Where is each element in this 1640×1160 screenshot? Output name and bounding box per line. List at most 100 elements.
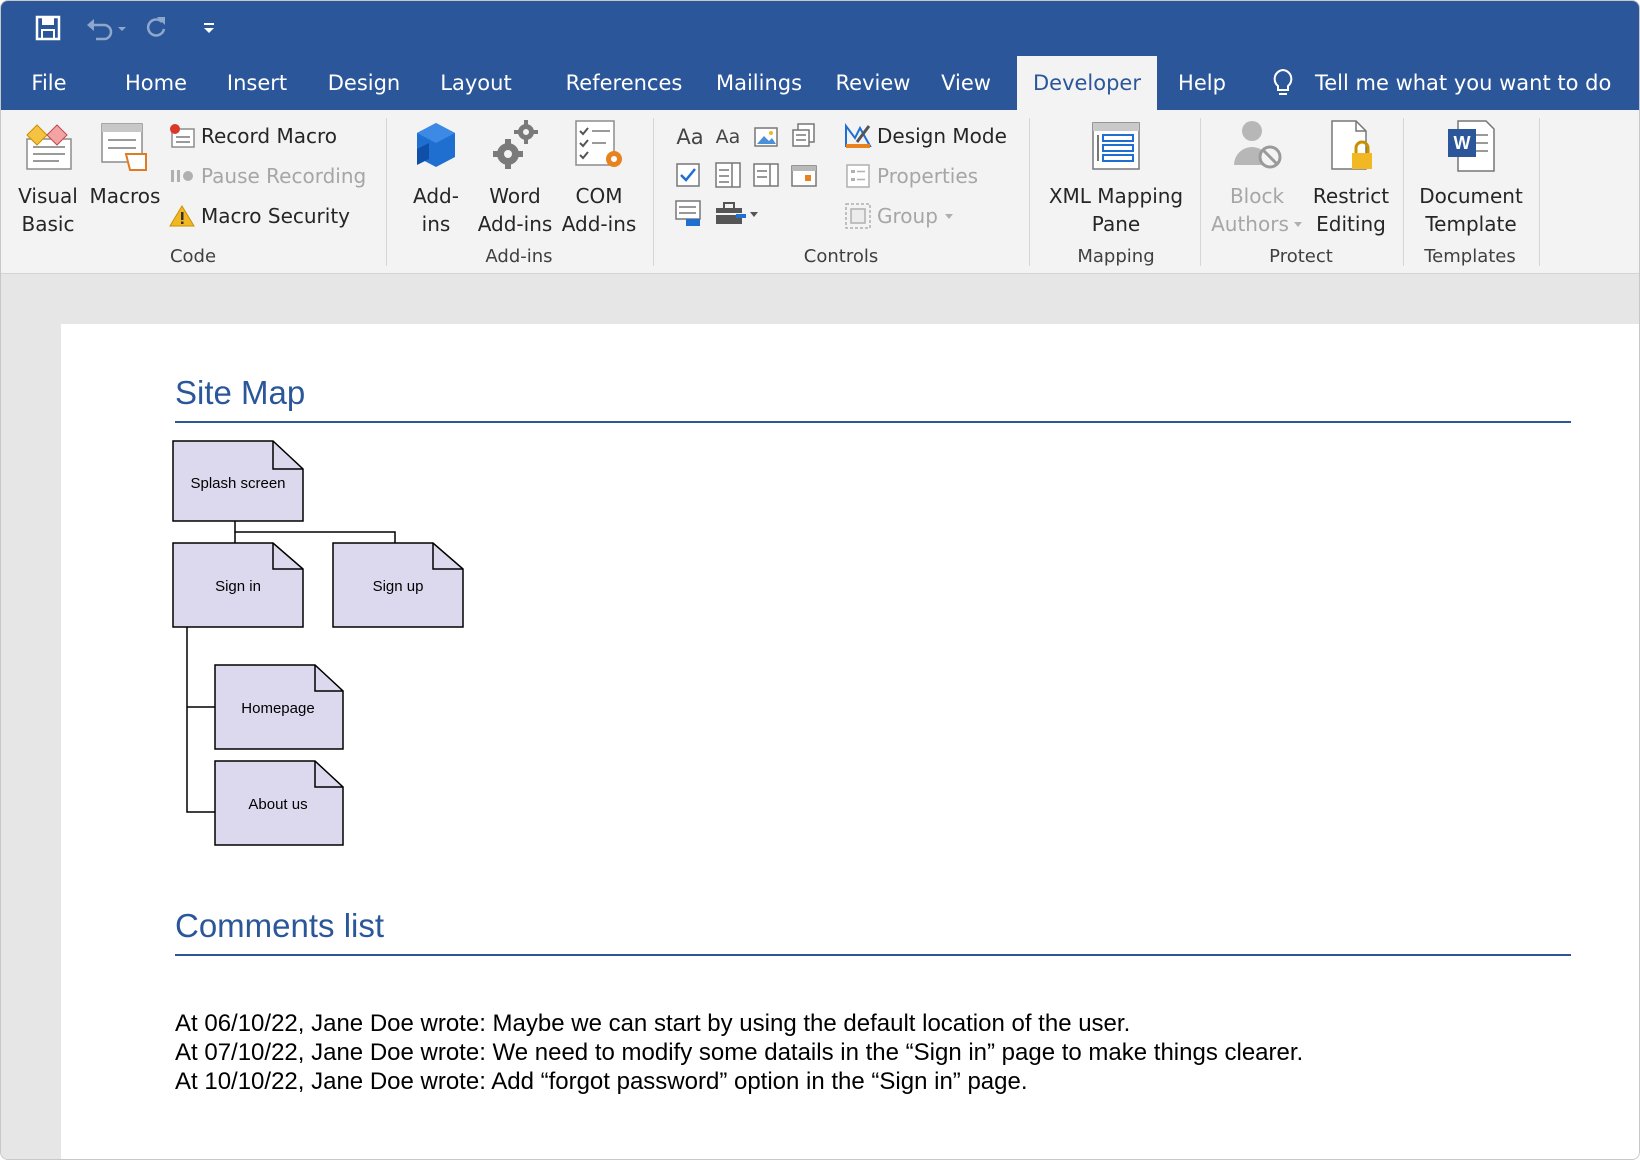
add-ins-group-label: Add-ins [485,246,553,267]
xml-mapping-label-1: XML Mapping [1048,184,1184,208]
design-mode-button[interactable]: Design Mode [843,120,1007,152]
site-map-node: Sign up [332,542,464,628]
tell-me-text: Tell me what you want to do [1315,71,1612,95]
site-map-node: Splash screen [172,440,304,522]
site-map-node: Homepage [214,664,344,750]
heading-rule [175,954,1571,956]
restrict-editing-button[interactable]: Restrict Editing [1309,116,1393,238]
picture-control-icon[interactable] [751,122,781,152]
tab-review[interactable]: Review [827,56,919,110]
document-template-button[interactable]: W Document Template [1413,116,1529,238]
gears-icon [475,116,555,176]
group-separator [1200,118,1201,266]
com-add-ins-button[interactable]: COM Add-ins [559,116,639,238]
combo-box-control-icon[interactable] [713,160,743,190]
controls-group-label: Controls [803,246,879,267]
properties-label: Properties [877,164,979,188]
rich-text-control-icon[interactable]: Aa [673,122,707,152]
xml-mapping-pane-button[interactable]: XML Mapping Pane [1041,116,1191,238]
tell-me-search[interactable]: Tell me what you want to do [1271,56,1621,110]
group-icon [843,202,873,230]
properties-button[interactable]: Properties [843,160,978,192]
node-label: Homepage [241,700,314,717]
tab-mailings[interactable]: Mailings [703,56,815,110]
group-label: Group [877,204,938,228]
lightbulb-icon [1271,68,1295,98]
macro-security-label: Macro Security [201,204,351,228]
node-label: Splash screen [190,475,285,492]
record-macro-button[interactable]: Record Macro [167,120,337,152]
macros-button[interactable]: Macros [87,116,163,210]
tab-help[interactable]: Help [1171,56,1233,110]
macros-icon [87,116,163,176]
record-macro-label: Record Macro [201,124,337,148]
com-add-ins-label-2: Add-ins [561,212,637,236]
group-separator [1029,118,1030,266]
protect-group-label: Protect [1269,246,1333,267]
comment-line: At 06/10/22, Jane Doe wrote: Maybe we ca… [175,1010,1131,1037]
add-ins-icon [401,116,471,176]
block-authors-icon [1209,116,1305,176]
tab-layout[interactable]: Layout [433,56,519,110]
date-picker-control-icon[interactable] [789,160,819,190]
add-ins-label-2: ins [421,212,451,236]
drop-down-list-control-icon[interactable] [751,160,781,190]
block-authors-label-2: Authors [1209,210,1305,238]
tab-view[interactable]: View [933,56,999,110]
com-add-ins-label-1: COM [575,184,623,208]
comments-list: At 06/10/22, Jane Doe wrote: Maybe we ca… [175,1009,1303,1096]
properties-icon [843,162,873,190]
add-ins-label-1: Add- [413,184,459,208]
restrict-editing-label-1: Restrict [1312,184,1390,208]
group-separator [653,118,654,266]
chevron-down-icon [1293,220,1303,228]
repeating-section-control-icon[interactable] [673,198,703,228]
warning-icon [167,202,197,230]
redo-icon[interactable] [141,11,171,45]
tab-file[interactable]: File [19,56,79,110]
code-group-label: Code [169,246,217,267]
macro-security-button[interactable]: Macro Security [167,200,350,232]
com-add-ins-icon [559,116,639,176]
block-authors-button[interactable]: Block Authors [1209,116,1305,238]
save-icon[interactable] [31,11,65,45]
document-area: Site Map Splash screen Sign in Sign up H… [1,274,1639,1159]
xml-mapping-label-2: Pane [1091,212,1141,236]
comments-heading: Comments list [175,907,385,944]
tab-developer[interactable]: Developer [1017,56,1157,110]
check-box-control-icon[interactable] [673,160,703,190]
block-authors-label-2-text: Authors [1211,212,1289,236]
group-separator [1403,118,1404,266]
site-map-heading: Site Map [175,374,306,411]
svg-text:W: W [1454,133,1471,153]
visual-basic-button[interactable]: Visual Basic [13,116,83,238]
document-template-label-2: Template [1425,212,1517,236]
document-page[interactable]: Site Map Splash screen Sign in Sign up H… [61,324,1639,1159]
group-button[interactable]: Group [843,200,954,232]
tab-insert[interactable]: Insert [219,56,295,110]
design-mode-icon [843,122,873,150]
ribbon-tabs: File Home Insert Design Layout Reference… [1,56,1639,110]
pause-recording-icon [167,162,197,190]
restrict-editing-label-2: Editing [1316,212,1386,236]
building-block-control-icon[interactable] [789,120,819,150]
record-macro-icon [167,122,197,150]
add-ins-button[interactable]: Add- ins [401,116,471,238]
macros-label: Macros [89,184,161,208]
document-template-label-1: Document [1419,184,1523,208]
mapping-group-label: Mapping [1077,246,1155,267]
site-map-node: About us [214,760,344,846]
tab-references[interactable]: References [549,56,699,110]
developer-ribbon: Visual Basic Macros Record Macro Pause R… [1,110,1639,274]
comment-line: At 10/10/22, Jane Doe wrote: Add “forgot… [175,1068,1028,1095]
tab-design[interactable]: Design [319,56,409,110]
customize-qat-icon[interactable] [197,11,221,45]
undo-icon[interactable] [81,11,131,45]
word-add-ins-label-1: Word [489,184,541,208]
legacy-tools-icon[interactable] [713,198,761,228]
site-map-node: Sign in [172,542,304,628]
word-add-ins-button[interactable]: Word Add-ins [475,116,555,238]
plain-text-control-icon[interactable]: Aa [711,122,745,152]
tab-home[interactable]: Home [113,56,199,110]
pause-recording-button[interactable]: Pause Recording [167,160,366,192]
